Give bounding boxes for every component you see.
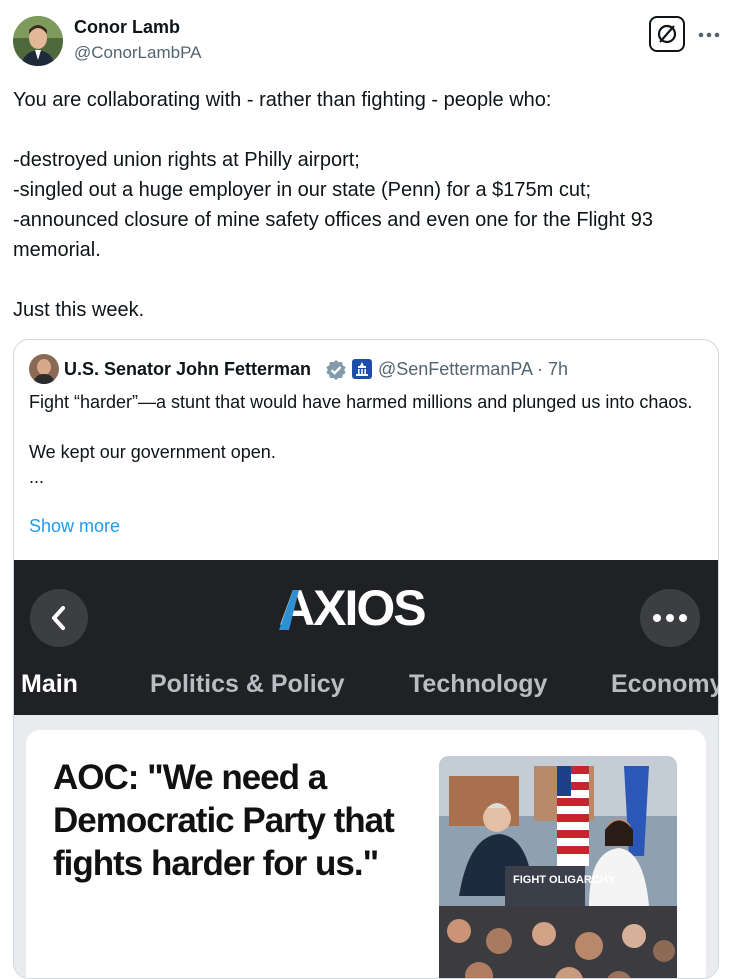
axios-tab-economy: Economy [611, 670, 719, 698]
quote-author-avatar[interactable] [29, 354, 59, 384]
more-dots-icon [640, 589, 700, 647]
quote-author-handle[interactable]: @SenFettermanPA · 7h [378, 359, 568, 380]
article-card: AOC: "We need a Democratic Party that fi… [26, 730, 706, 978]
axios-logo-text: AXIOS [279, 584, 425, 632]
axios-logo: AXIOS [279, 580, 454, 637]
post-text: You are collaborating with - rather than… [13, 89, 654, 321]
verified-badge-icon [325, 359, 347, 386]
quoted-post[interactable]: U.S. Senator John Fetterman @SenFetterma… [13, 339, 719, 979]
axios-tab-bar: Main Politics & Policy Technology Econom… [14, 670, 719, 704]
axios-tab-technology: Technology [409, 670, 548, 698]
author-avatar[interactable] [13, 16, 63, 66]
article-headline: AOC: "We need a Democratic Party that fi… [53, 758, 395, 883]
axios-tab-main: Main [21, 670, 78, 698]
axios-header: AXIOS Main Politics & Policy Technology … [14, 560, 719, 715]
author-handle[interactable]: @ConorLambPA [74, 43, 202, 63]
grok-icon[interactable] [649, 16, 685, 52]
chevron-left-icon [30, 589, 88, 647]
quote-author-name[interactable]: U.S. Senator John Fetterman [64, 359, 311, 380]
quote-media-image[interactable]: AXIOS Main Politics & Policy Technology … [14, 560, 719, 978]
axios-tab-politics: Politics & Policy [150, 670, 345, 698]
article-photo: FIGHT OLIGARCHY [439, 756, 677, 978]
quote-text: Fight “harder”—a stunt that would have h… [29, 392, 693, 487]
show-more-link[interactable]: Show more [29, 516, 120, 537]
author-name[interactable]: Conor Lamb [74, 17, 180, 38]
photo-sign-text: FIGHT OLIGARCHY [513, 874, 616, 886]
more-horizontal-icon[interactable] [697, 20, 721, 50]
capitol-building-icon[interactable] [352, 359, 372, 384]
